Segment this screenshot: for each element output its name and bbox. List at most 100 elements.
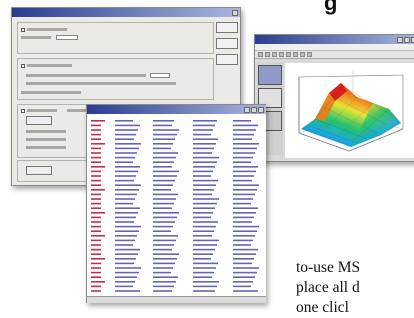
table-cell-mark (233, 138, 252, 140)
table-cell-mark (115, 166, 140, 168)
table-cell-mark (193, 216, 211, 219)
toolbar-tool-icon[interactable] (258, 52, 263, 57)
help-button[interactable] (216, 54, 238, 65)
table-cell-mark (153, 225, 173, 228)
row-number-mark (91, 221, 101, 223)
table-cell-mark (193, 143, 216, 145)
surface-plot (285, 63, 414, 158)
chart-window-titlebar[interactable] (255, 35, 414, 44)
row-number-mark (91, 133, 101, 136)
option-label (26, 138, 66, 141)
option-action-button[interactable] (26, 116, 52, 125)
table-cell-mark (115, 133, 136, 136)
table-cell-mark (193, 248, 215, 251)
table-cell-mark (233, 207, 258, 209)
table-cell-mark (153, 230, 171, 232)
option-value-field[interactable] (56, 35, 78, 40)
chart-menubar[interactable] (255, 44, 414, 51)
row-number-mark (91, 152, 101, 154)
option-action-button[interactable] (26, 166, 52, 175)
toolbar-tool-icon[interactable] (307, 52, 312, 57)
table-cell-mark (153, 161, 174, 163)
option-label (26, 74, 146, 77)
row-number-mark (91, 184, 101, 186)
option-checkbox[interactable] (21, 109, 25, 113)
row-number-mark (91, 198, 101, 200)
row-number-mark (91, 166, 105, 168)
row-number-mark (91, 248, 101, 251)
row-number-mark (91, 143, 105, 145)
table-cell-mark (115, 129, 138, 131)
table-cell-mark (115, 179, 134, 182)
row-number-mark (91, 276, 101, 278)
toolbar-tool-icon[interactable] (293, 52, 298, 57)
data-window-titlebar[interactable] (87, 105, 266, 114)
table-cell-mark (193, 253, 213, 255)
table-cell-mark (153, 235, 178, 237)
table-cell-mark (153, 189, 171, 191)
toolbar-tool-icon[interactable] (272, 52, 277, 57)
table-cell-mark (193, 175, 211, 177)
option-checkbox[interactable] (21, 64, 25, 68)
table-cell-mark (115, 124, 140, 127)
table-cell-mark (153, 166, 172, 168)
row-number-mark (91, 147, 101, 150)
table-cell-mark (153, 198, 176, 200)
table-cell-mark (153, 290, 172, 292)
cancel-button[interactable] (216, 38, 238, 49)
option-checkbox[interactable] (21, 28, 25, 32)
table-cell-mark (193, 120, 217, 122)
row-number-mark (91, 216, 101, 219)
table-cell-mark (153, 129, 179, 131)
table-cell-mark (153, 221, 175, 223)
options-dialog-titlebar[interactable] (12, 8, 240, 17)
data-window (86, 104, 266, 303)
table-cell-mark (153, 281, 176, 283)
table-cell-mark (115, 175, 136, 177)
minimize-icon[interactable] (397, 36, 403, 43)
table-cell-mark (115, 212, 138, 214)
data-table (87, 114, 266, 303)
table-cell-mark (115, 184, 141, 186)
table-cell-mark (193, 244, 217, 246)
table-cell-mark (233, 120, 251, 122)
row-number-mark (91, 124, 101, 127)
table-cell-mark (233, 216, 254, 219)
ok-button[interactable] (216, 22, 238, 33)
table-cell-mark (193, 166, 215, 168)
row-number-mark (91, 207, 101, 209)
thumbnail-surface-icon[interactable] (258, 65, 282, 85)
table-cell-mark (153, 170, 179, 173)
table-cell-mark (233, 156, 253, 159)
table-cell-mark (233, 285, 251, 288)
row-number-mark (91, 230, 101, 232)
close-icon[interactable] (258, 106, 264, 113)
table-cell-mark (115, 207, 140, 209)
row-number-mark (91, 202, 101, 205)
maximize-icon[interactable] (404, 36, 410, 43)
toolbar-tool-icon[interactable] (300, 52, 305, 57)
table-cell-mark (193, 230, 214, 232)
toolbar-tool-icon[interactable] (286, 52, 291, 57)
option-label (21, 36, 51, 39)
row-number-mark (91, 120, 105, 122)
close-icon[interactable] (232, 9, 238, 16)
table-cell-mark (115, 276, 137, 278)
maximize-icon[interactable] (251, 106, 257, 113)
paragraph-line: place all d (296, 279, 360, 296)
option-value-field[interactable] (150, 73, 170, 78)
table-cell-mark (193, 179, 218, 182)
minimize-icon[interactable] (244, 106, 250, 113)
table-cell-mark (153, 147, 171, 150)
chart-window (254, 34, 414, 162)
table-cell-mark (115, 216, 136, 219)
table-cell-mark (233, 271, 257, 274)
table-cell-mark (233, 175, 254, 177)
toolbar-tool-icon[interactable] (279, 52, 284, 57)
table-cell-mark (153, 152, 178, 154)
table-cell-mark (153, 253, 179, 255)
toolbar-tool-icon[interactable] (265, 52, 270, 57)
table-cell-mark (153, 212, 179, 214)
table-cell-mark (193, 189, 214, 191)
table-cell-mark (233, 290, 258, 292)
